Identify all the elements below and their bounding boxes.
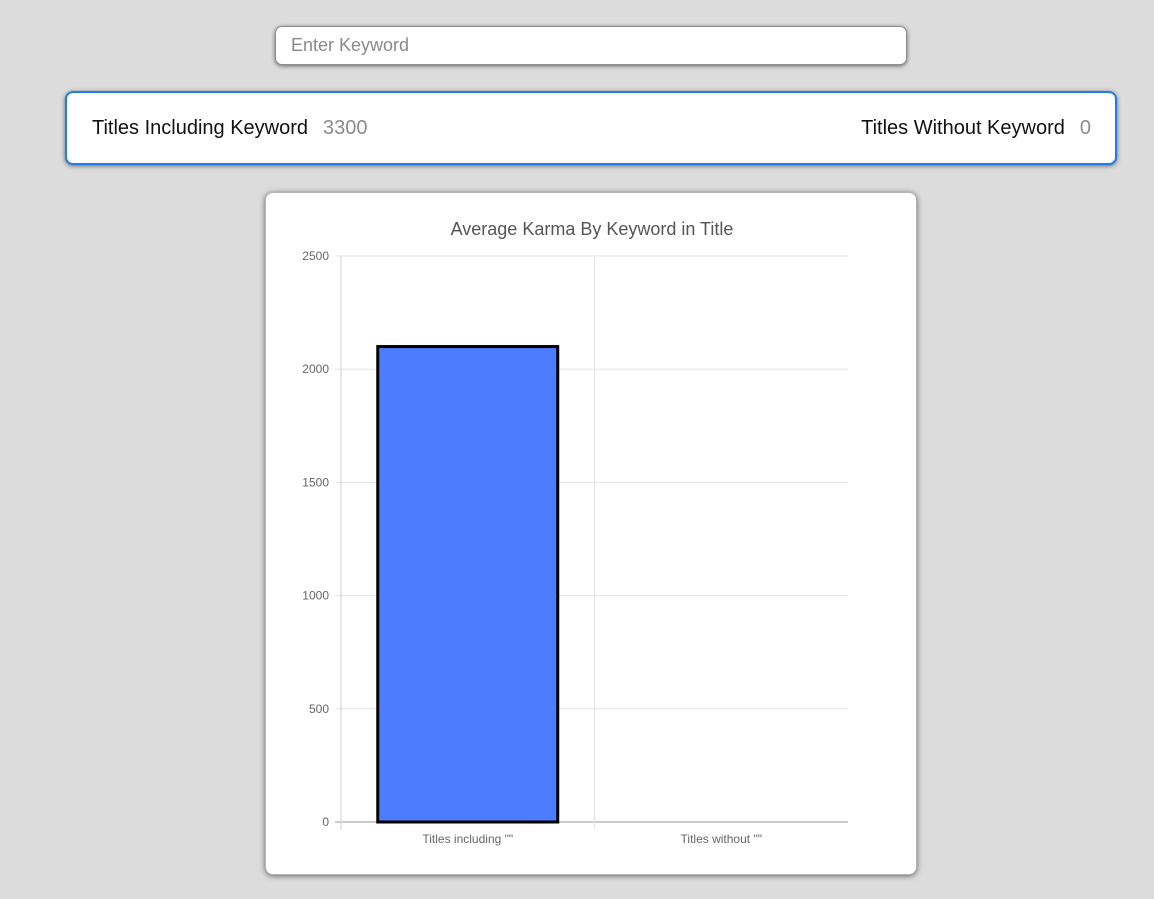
keyword-stats-bar: Titles Including Keyword 3300 Titles Wit… bbox=[65, 91, 1117, 165]
y-tick-label: 2000 bbox=[302, 362, 329, 376]
stat-including-label: Titles Including Keyword bbox=[92, 116, 309, 139]
stat-without-value: 0 bbox=[1079, 116, 1091, 139]
karma-bar-chart: Average Karma By Keyword in Title 0 500 10… bbox=[302, 219, 848, 846]
bar[interactable] bbox=[376, 345, 560, 824]
y-tick-label: 2500 bbox=[302, 249, 329, 263]
y-tick-label: 500 bbox=[309, 702, 329, 716]
keyword-search bbox=[275, 26, 907, 65]
stat-including-value: 3300 bbox=[323, 116, 368, 139]
keyword-input[interactable] bbox=[275, 26, 907, 65]
y-tick-label: 1000 bbox=[302, 589, 329, 603]
karma-chart-card: Average Karma By Keyword in Title 0 500 10… bbox=[265, 192, 917, 875]
x-tick-label: Titles including "" bbox=[422, 832, 513, 846]
stat-including: Titles Including Keyword 3300 bbox=[92, 117, 368, 140]
chart-bars bbox=[376, 345, 560, 824]
y-tick-label: 1500 bbox=[302, 475, 329, 489]
stat-without-label: Titles Without Keyword bbox=[861, 116, 1065, 139]
y-tick-label: 0 bbox=[322, 815, 329, 829]
chart-title: Average Karma By Keyword in Title bbox=[451, 219, 734, 239]
stat-without: Titles Without Keyword 0 bbox=[861, 117, 1091, 140]
x-tick-label: Titles without "" bbox=[681, 832, 762, 846]
